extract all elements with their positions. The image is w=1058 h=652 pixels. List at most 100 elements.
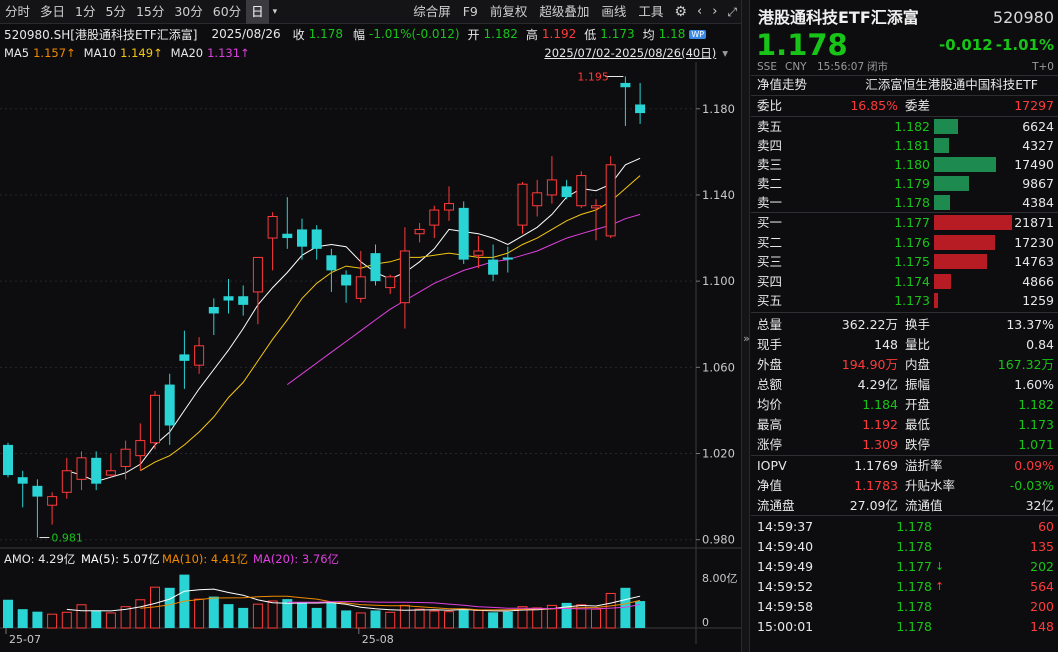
period-tab[interactable]: 15分	[131, 0, 169, 24]
weicha-value: 17297	[1014, 98, 1054, 113]
candle[interactable]	[341, 270, 352, 303]
candle[interactable]	[17, 470, 28, 508]
candle[interactable]	[3, 442, 13, 478]
tick-row[interactable]: 14:59:40 1.178 135	[751, 537, 1058, 557]
ma10-line	[140, 175, 641, 472]
tool-button[interactable]: 前复权	[484, 0, 534, 24]
candle[interactable]	[252, 256, 263, 325]
tick-row[interactable]: 14:59:37 1.178 60	[751, 517, 1058, 537]
tick-row[interactable]: 14:59:52 1.178 ↑ 564	[751, 577, 1058, 597]
ma10-label: MA10	[83, 46, 117, 60]
period-tab[interactable]: 分时	[0, 0, 35, 24]
candle[interactable]	[605, 156, 616, 239]
candle[interactable]	[561, 179, 572, 200]
candle[interactable]	[194, 337, 205, 374]
candle[interactable]	[238, 285, 249, 316]
volume-bar	[252, 603, 263, 629]
stat-value: 32亿	[1025, 498, 1054, 513]
period-tab[interactable]: 30分	[169, 0, 207, 24]
price-axis: 1.180 1.140 1.100 1.060 1.020 0.980	[696, 102, 735, 547]
candle[interactable]	[91, 451, 102, 491]
candle[interactable]	[47, 492, 58, 525]
candle[interactable]	[164, 373, 175, 445]
panel-divider[interactable]: »	[741, 0, 750, 652]
candle[interactable]	[414, 222, 425, 243]
double-chevron-right-icon[interactable]: »	[742, 332, 751, 345]
candle[interactable]	[635, 82, 646, 124]
bid-level[interactable]: 买五 1.173 1259	[751, 291, 1058, 311]
candle[interactable]	[385, 274, 396, 295]
ask-level[interactable]: 卖一 1.178 4384	[751, 193, 1058, 213]
tick-row[interactable]: 15:00:01 1.178 148	[751, 617, 1058, 637]
level-volume: 6624	[1022, 119, 1054, 134]
chevron-left-icon[interactable]: ‹	[692, 0, 707, 24]
candle[interactable]	[458, 201, 469, 264]
stat-label: 内盘	[905, 357, 931, 372]
bid-level[interactable]: 买三 1.175 14763	[751, 252, 1058, 272]
range-dropdown-icon[interactable]: ▾	[722, 46, 728, 60]
candle[interactable]	[267, 212, 278, 271]
candle[interactable]	[532, 179, 543, 217]
bid-level[interactable]: 买二 1.176 17230	[751, 233, 1058, 253]
tool-button[interactable]: 综合屏	[407, 0, 457, 24]
ask-level[interactable]: 卖三 1.180 17490	[751, 155, 1058, 175]
candle[interactable]	[135, 423, 146, 471]
candle[interactable]	[517, 182, 528, 234]
ask-level[interactable]: 卖二 1.179 9867	[751, 174, 1058, 194]
tick-row[interactable]: 14:59:58 1.178 200	[751, 597, 1058, 617]
candle[interactable]	[76, 451, 87, 491]
date-range[interactable]: 2025/07/02-2025/08/26(40日)	[544, 45, 716, 61]
period-tab[interactable]: 60分	[208, 0, 246, 24]
candle[interactable]	[488, 244, 499, 282]
candle[interactable]	[223, 278, 234, 314]
kline-chart[interactable]: 1.180 1.140 1.100 1.060 1.020 0.980 1.195 0.98…	[0, 62, 742, 652]
candle[interactable]	[311, 225, 322, 260]
period-tab[interactable]: 1分	[70, 0, 100, 24]
candle[interactable]	[32, 479, 43, 538]
bid-level[interactable]: 买四 1.174 4866	[751, 272, 1058, 292]
tool-button[interactable]: 画线	[595, 0, 632, 24]
candle[interactable]	[150, 391, 160, 450]
candle[interactable]	[429, 205, 440, 239]
period-dropdown-icon[interactable]: ▾	[269, 0, 282, 24]
period-tab[interactable]: 日	[246, 0, 269, 24]
volume-bar	[17, 609, 28, 628]
candle[interactable]	[179, 330, 190, 389]
security-name: 港股通科技ETF汇添富	[758, 8, 919, 27]
candle[interactable]	[576, 171, 587, 208]
candle[interactable]	[473, 235, 484, 269]
candle[interactable]	[105, 453, 116, 478]
gear-icon[interactable]: ⚙	[669, 0, 692, 24]
ask-level[interactable]: 卖五 1.182 6624	[751, 117, 1058, 137]
tracked-index-name[interactable]: 汇添富恒生港股通中国科技ETF	[865, 75, 1038, 95]
nav-trend-link[interactable]: 净值走势	[757, 75, 807, 95]
quote-info-bar: 520980.SH[港股通科技ETF汇添富] 2025/08/26 收 1.17…	[0, 24, 742, 44]
candle[interactable]	[208, 298, 219, 336]
web-icon[interactable]: WP	[689, 29, 707, 39]
candle[interactable]	[546, 156, 557, 204]
nav-row[interactable]: 净值走势 汇添富恒生港股通中国科技ETF	[751, 75, 1058, 95]
level-volume: 4384	[1022, 195, 1054, 210]
low-label: 低	[584, 27, 597, 42]
period-tab[interactable]: 5分	[100, 0, 130, 24]
tick-row[interactable]: 14:59:49 1.177 ↓ 202	[751, 557, 1058, 577]
candle[interactable]	[444, 186, 454, 221]
candle[interactable]	[591, 199, 601, 241]
candle[interactable]	[326, 248, 337, 292]
period-tab[interactable]: 多日	[35, 0, 70, 24]
stat-row: 流通盘 27.09亿 流通值 32亿	[751, 496, 1058, 516]
expand-icon[interactable]: ⤢	[722, 0, 742, 24]
chevron-right-icon[interactable]: ›	[707, 0, 722, 24]
candle[interactable]	[61, 457, 72, 499]
tool-button[interactable]: F9	[457, 0, 484, 24]
tool-button[interactable]: 工具	[632, 0, 669, 24]
tool-button[interactable]: 超级叠加	[533, 0, 595, 24]
candle-body	[620, 82, 631, 88]
candle[interactable]	[282, 197, 293, 249]
candle[interactable]	[370, 244, 381, 286]
candle[interactable]	[399, 227, 410, 329]
ask-level[interactable]: 卖四 1.181 4327	[751, 136, 1058, 156]
stat-value: 1.192	[862, 417, 898, 432]
bid-level[interactable]: 买一 1.177 21871	[751, 213, 1058, 233]
candle[interactable]	[620, 76, 631, 127]
